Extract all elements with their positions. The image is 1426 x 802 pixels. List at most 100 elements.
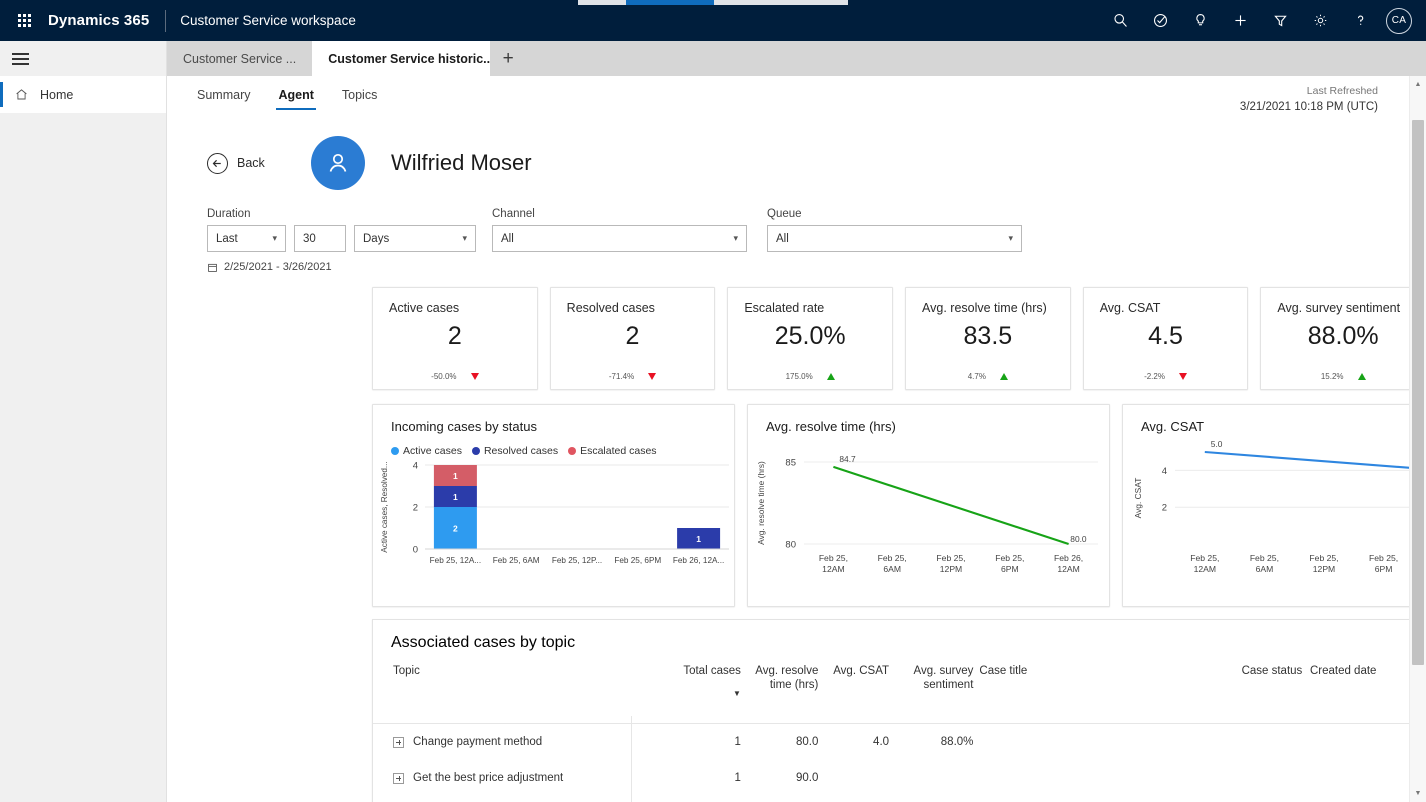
svg-text:4: 4 — [1162, 466, 1167, 477]
svg-text:Feb 26, 12A...: Feb 26, 12A... — [673, 556, 724, 565]
bar-chart-plot: 0 2 4 2 1 1 Feb 25, 12A... Feb 25, 6AM Feb 25, 1… — [380, 461, 729, 565]
new-button[interactable] — [1220, 0, 1260, 41]
waffle-icon — [17, 14, 31, 27]
new-tab-button[interactable]: + — [490, 41, 526, 76]
duration-unit-value: Days — [363, 232, 390, 245]
svg-text:6PM: 6PM — [1375, 564, 1393, 574]
column-header-case-status[interactable]: Case status — [1242, 664, 1310, 699]
column-header-avg-csat[interactable]: Avg. CSAT — [824, 664, 895, 699]
table-row[interactable]: Change payment method 1 80.0 4.0 88.0% — [373, 724, 1426, 761]
svg-text:Feb 26,: Feb 26, — [1054, 553, 1083, 563]
session-tab-inactive[interactable]: Customer Service ... — [167, 41, 312, 76]
tab-label: Summary — [197, 88, 251, 102]
cell-total-cases: 1 — [734, 772, 741, 785]
column-label: Created date — [1309, 665, 1377, 677]
kpi-value: 4.5 — [1148, 322, 1183, 350]
expand-row-icon[interactable] — [393, 772, 404, 784]
legend-item-escalated-cases[interactable]: Escalated cases — [568, 445, 657, 457]
legend-swatch — [568, 447, 577, 455]
svg-text:Feb 25,: Feb 25, — [1309, 553, 1338, 563]
duration-label: Duration — [207, 208, 251, 220]
app-launcher-button[interactable] — [0, 0, 48, 41]
trend-down-icon — [1178, 373, 1187, 380]
kpi-card-avg-survey-sentiment[interactable]: Avg. survey sentiment 88.0% 15.2% — [1260, 287, 1426, 390]
legend-item-active-cases[interactable]: Active cases — [391, 445, 462, 457]
trend-up-icon — [1357, 373, 1366, 380]
back-button[interactable]: Back — [207, 152, 297, 174]
legend-item-resolved-cases[interactable]: Resolved cases — [471, 445, 558, 457]
column-header-avg-resolve-time[interactable]: Avg. resolve time (hrs) — [747, 664, 825, 699]
svg-text:Active cases, Resolved...: Active cases, Resolved... — [380, 461, 389, 552]
channel-filter-group: Channel All ▾ — [492, 208, 767, 252]
kpi-delta-value: 4.7% — [967, 372, 986, 381]
channel-select[interactable]: All ▾ — [492, 225, 747, 252]
chart-card-avg-csat[interactable]: Avg. CSAT 2 4 Feb 25, 12AM Feb 25, 6AM Feb 25,… — [1122, 404, 1426, 607]
scroll-up-icon[interactable]: ▲ — [1410, 76, 1426, 93]
kpi-value: 83.5 — [963, 322, 1013, 350]
session-tab-active[interactable]: Customer Service historic... ✕ — [312, 41, 491, 76]
chart-card-avg-resolve-time[interactable]: Avg. resolve time (hrs) 80 85 Feb 25, 12AM F… — [747, 404, 1110, 607]
page-scroll-thumb[interactable] — [1412, 120, 1424, 665]
svg-text:6AM: 6AM — [883, 564, 901, 574]
tab-agent[interactable]: Agent — [264, 76, 327, 114]
assistant-button[interactable] — [1140, 0, 1180, 41]
kpi-card-escalated-rate[interactable]: Escalated rate 25.0% 175.0% — [727, 287, 894, 390]
cell-avg-csat: 4.0 — [873, 736, 890, 749]
insights-button[interactable] — [1180, 0, 1220, 41]
kpi-card-active-cases[interactable]: Active cases 2 -50.0% — [372, 287, 538, 390]
chart-row: Incoming cases by status Active cases Re… — [167, 390, 1426, 607]
queue-value: All — [776, 232, 789, 245]
user-avatar[interactable]: CA — [1386, 7, 1412, 34]
settings-button[interactable] — [1300, 0, 1340, 41]
svg-text:Feb 25, 6PM: Feb 25, 6PM — [614, 556, 661, 565]
duration-amount-input[interactable]: 30 — [294, 225, 346, 252]
duration-unit-select[interactable]: Days ▾ — [354, 225, 476, 252]
app-header-actions: CA — [1100, 0, 1426, 41]
svg-text:12AM: 12AM — [1057, 564, 1079, 574]
column-header-avg-survey-sentiment[interactable]: Avg. survey sentiment — [895, 664, 979, 699]
chart-card-incoming-cases-by-status[interactable]: Incoming cases by status Active cases Re… — [372, 404, 735, 607]
kpi-title: Avg. survey sentiment — [1277, 301, 1401, 315]
page-vertical-scrollbar[interactable]: ▲ ▼ — [1409, 76, 1426, 802]
duration-mode-value: Last — [216, 232, 238, 245]
kpi-value: 2 — [625, 322, 640, 350]
kpi-card-avg-resolve-time[interactable]: Avg. resolve time (hrs) 83.5 4.7% — [905, 287, 1071, 390]
sidebar-item-home[interactable]: Home — [0, 76, 166, 113]
duration-mode-select[interactable]: Last ▾ — [207, 225, 286, 252]
chart-legend: Active cases Resolved cases Escalated ca… — [373, 434, 734, 457]
legend-swatch — [391, 447, 399, 455]
expand-row-icon[interactable] — [393, 736, 404, 748]
kpi-delta: -50.0% — [373, 372, 537, 381]
table-row[interactable]: Get the best price adjustment 1 90.0 — [373, 760, 1426, 796]
kpi-row: Active cases 2 -50.0% Resolved cases 2 -… — [167, 273, 1426, 390]
tab-topics[interactable]: Topics — [328, 76, 391, 114]
column-header-case-title[interactable]: Case title — [979, 664, 1241, 699]
progress-fill — [626, 0, 714, 5]
help-icon — [1357, 15, 1363, 25]
column-header-total-cases[interactable]: Total cases ▼ — [667, 664, 747, 699]
filter-button[interactable] — [1260, 0, 1300, 41]
column-header-topic[interactable]: Topic — [373, 664, 667, 699]
kpi-card-resolved-cases[interactable]: Resolved cases 2 -71.4% — [549, 287, 716, 390]
page-load-progress — [578, 0, 848, 5]
search-button[interactable] — [1100, 0, 1140, 41]
last-refreshed-label: Last Refreshed — [1306, 85, 1378, 97]
chevron-down-icon: ▾ — [272, 233, 277, 243]
help-button[interactable] — [1340, 0, 1380, 41]
cell-avg-resolve-time: 90.0 — [795, 772, 819, 785]
nav-toggle-button[interactable] — [0, 41, 166, 76]
duration-controls: Last ▾ 30 Days ▾ — [207, 225, 492, 252]
kpi-delta: 15.2% — [1261, 372, 1425, 381]
legend-swatch — [471, 447, 480, 455]
tab-summary[interactable]: Summary — [183, 76, 264, 114]
scroll-down-icon[interactable]: ▼ — [1410, 785, 1426, 802]
kpi-value: 25.0% — [774, 322, 846, 350]
column-label: Avg. CSAT — [833, 665, 890, 677]
channel-value: All — [501, 232, 514, 245]
queue-select[interactable]: All ▾ — [767, 225, 1022, 252]
svg-text:Avg. CSAT: Avg. CSAT — [1133, 478, 1143, 519]
table-column-divider — [631, 716, 632, 802]
legend-label: Active cases — [403, 445, 462, 457]
svg-text:12AM: 12AM — [1194, 564, 1216, 574]
kpi-card-avg-csat[interactable]: Avg. CSAT 4.5 -2.2% — [1082, 287, 1249, 390]
